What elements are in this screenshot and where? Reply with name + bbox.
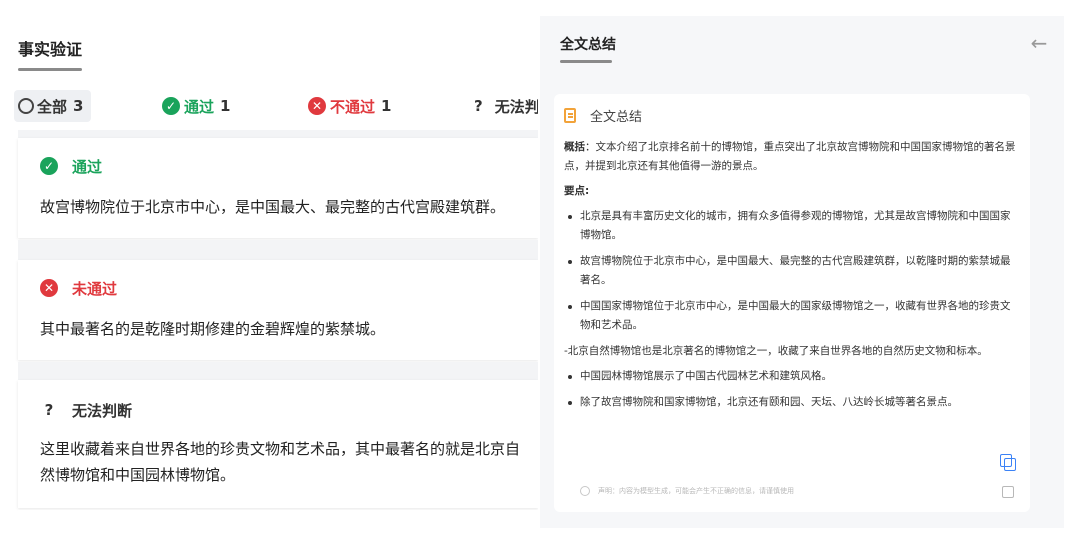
disclaimer: 声明：内容为模型生成，可能会产生不正确的信息，请谨慎使用: [580, 486, 794, 496]
disclaimer-text: 声明：内容为模型生成，可能会产生不正确的信息，请谨慎使用: [598, 487, 794, 495]
summary-panel-title: 全文总结: [560, 37, 616, 53]
title-underline: [560, 60, 612, 63]
bottom-space: [18, 510, 538, 540]
card-claim-text: 故宫博物院位于北京市中心，是中国最大、最完整的古代宫殿建筑群。: [40, 198, 506, 216]
check-circle-icon: ✓: [162, 97, 180, 115]
list-item: 故宫博物院位于北京市中心，是中国最大、最完整的古代宫殿建筑群，以乾隆时期的紫禁城…: [564, 252, 1018, 290]
filter-pass-label: 通过: [184, 97, 215, 116]
overview-label: 概括: [564, 141, 585, 153]
summary-body: 概括：文本介绍了北京排名前十的博物馆，重点突出了北京故宫博物院和中国国家博物馆的…: [564, 138, 1018, 419]
result-card-pass: ✓ 通过 故宫博物院位于北京市中心，是中国最大、最完整的古代宫殿建筑群。: [18, 138, 538, 238]
arrow-left-icon[interactable]: ←: [1028, 32, 1050, 54]
filter-unknown[interactable]: ? 无法判: [474, 90, 538, 122]
cross-circle-icon: ✕: [308, 97, 326, 115]
result-card-unknown: ? 无法判断 这里收藏着来自世界各地的珍贵文物和艺术品，其中最著名的就是北京自 …: [18, 380, 538, 508]
title-underline: [18, 68, 82, 71]
list-item: 中国园林博物馆展示了中国古代园林艺术和建筑风格。: [564, 367, 1018, 386]
card-gap: [18, 240, 538, 260]
document-icon: [564, 108, 576, 123]
card-status-label: 未通过: [72, 279, 118, 298]
card-gap: [18, 362, 538, 380]
filter-fail-count: 1: [381, 97, 392, 115]
card-status-label: 无法判断: [72, 401, 133, 420]
thumbs-down-icon[interactable]: [1002, 486, 1014, 498]
points-heading: 要点:: [564, 185, 590, 197]
card-status: ✓ 通过: [40, 154, 538, 178]
overview-text: ：文本介绍了北京排名前十的博物馆，重点突出了北京故宫博物院和中国国家博物馆的著名…: [564, 141, 1016, 172]
question-icon: ?: [474, 97, 483, 115]
copy-icon[interactable]: [1000, 454, 1016, 471]
fact-check-panel: 事实验证 全部 3 ✓ 通过 1 ✕ 不通过 1 ? 无法判 ✓ 通过 故宫博物…: [0, 0, 538, 540]
filter-unknown-label: 无法判: [494, 97, 538, 116]
filter-pass[interactable]: ✓ 通过 1: [162, 90, 230, 122]
info-icon: [580, 486, 590, 496]
filter-all-label: 全部: [37, 97, 68, 116]
summary-card: 全文总结 概括：文本介绍了北京排名前十的博物馆，重点突出了北京故宫博物院和中国国…: [554, 94, 1030, 512]
filter-bar: 全部 3 ✓ 通过 1 ✕ 不通过 1 ? 无法判: [14, 90, 538, 122]
plain-paragraph: -北京自然博物馆也是北京著名的博物馆之一，收藏了来自世界各地的自然历史文物和标本…: [564, 345, 988, 357]
filter-all-count: 3: [73, 97, 84, 115]
card-status-label: 通过: [72, 157, 103, 176]
result-card-fail: ✕ 未通过 其中最著名的是乾隆时期修建的金碧辉煌的紫禁城。: [18, 260, 538, 360]
fact-check-title: 事实验证: [18, 40, 83, 59]
summary-card-title: 全文总结: [590, 110, 643, 125]
overview-paragraph: 概括：文本介绍了北京排名前十的博物馆，重点突出了北京故宫博物院和中国国家博物馆的…: [564, 138, 1018, 176]
card-claim-text: 这里收藏着来自世界各地的珍贵文物和艺术品，其中最著名的就是北京自 然博物馆和中国…: [40, 436, 538, 488]
circle-icon: [18, 98, 34, 114]
question-icon: ?: [44, 401, 54, 419]
card-status: ✕ 未通过: [40, 276, 538, 300]
list-item: 中国国家博物馆位于北京市中心，是中国最大的国家级博物馆之一，收藏有世界各地的珍贵…: [564, 297, 1018, 335]
filter-all[interactable]: 全部 3: [14, 90, 92, 122]
points-list: 北京是具有丰富历史文化的城市，拥有众多值得参观的博物馆，尤其是故宫博物院和中国国…: [564, 207, 1018, 335]
points-list: 中国园林博物馆展示了中国古代园林艺术和建筑风格。 除了故宫博物院和国家博物馆，北…: [564, 367, 1018, 412]
card-claim-line: 这里收藏着来自世界各地的珍贵文物和艺术品，其中最著名的就是北京自: [40, 440, 521, 458]
summary-card-header: 全文总结: [564, 106, 642, 125]
list-item: 北京是具有丰富历史文化的城市，拥有众多值得参观的博物馆，尤其是故宫博物院和中国国…: [564, 207, 1018, 245]
filter-fail-label: 不通过: [330, 97, 376, 116]
filter-fail[interactable]: ✕ 不通过 1: [308, 90, 391, 122]
filter-pass-count: 1: [220, 97, 231, 115]
card-claim-line: 然博物馆和中国园林博物馆。: [40, 466, 236, 484]
check-circle-icon: ✓: [40, 157, 58, 175]
list-item: 除了故宫博物院和国家博物馆，北京还有颐和园、天坛、八达岭长城等著名景点。: [564, 393, 1018, 412]
card-status: ? 无法判断: [40, 398, 538, 422]
summary-panel: 全文总结 ← 全文总结 概括：文本介绍了北京排名前十的博物馆，重点突出了北京故宫…: [540, 16, 1064, 528]
cross-circle-icon: ✕: [40, 279, 58, 297]
card-claim-text: 其中最著名的是乾隆时期修建的金碧辉煌的紫禁城。: [40, 320, 386, 338]
card-gap: [18, 130, 538, 138]
